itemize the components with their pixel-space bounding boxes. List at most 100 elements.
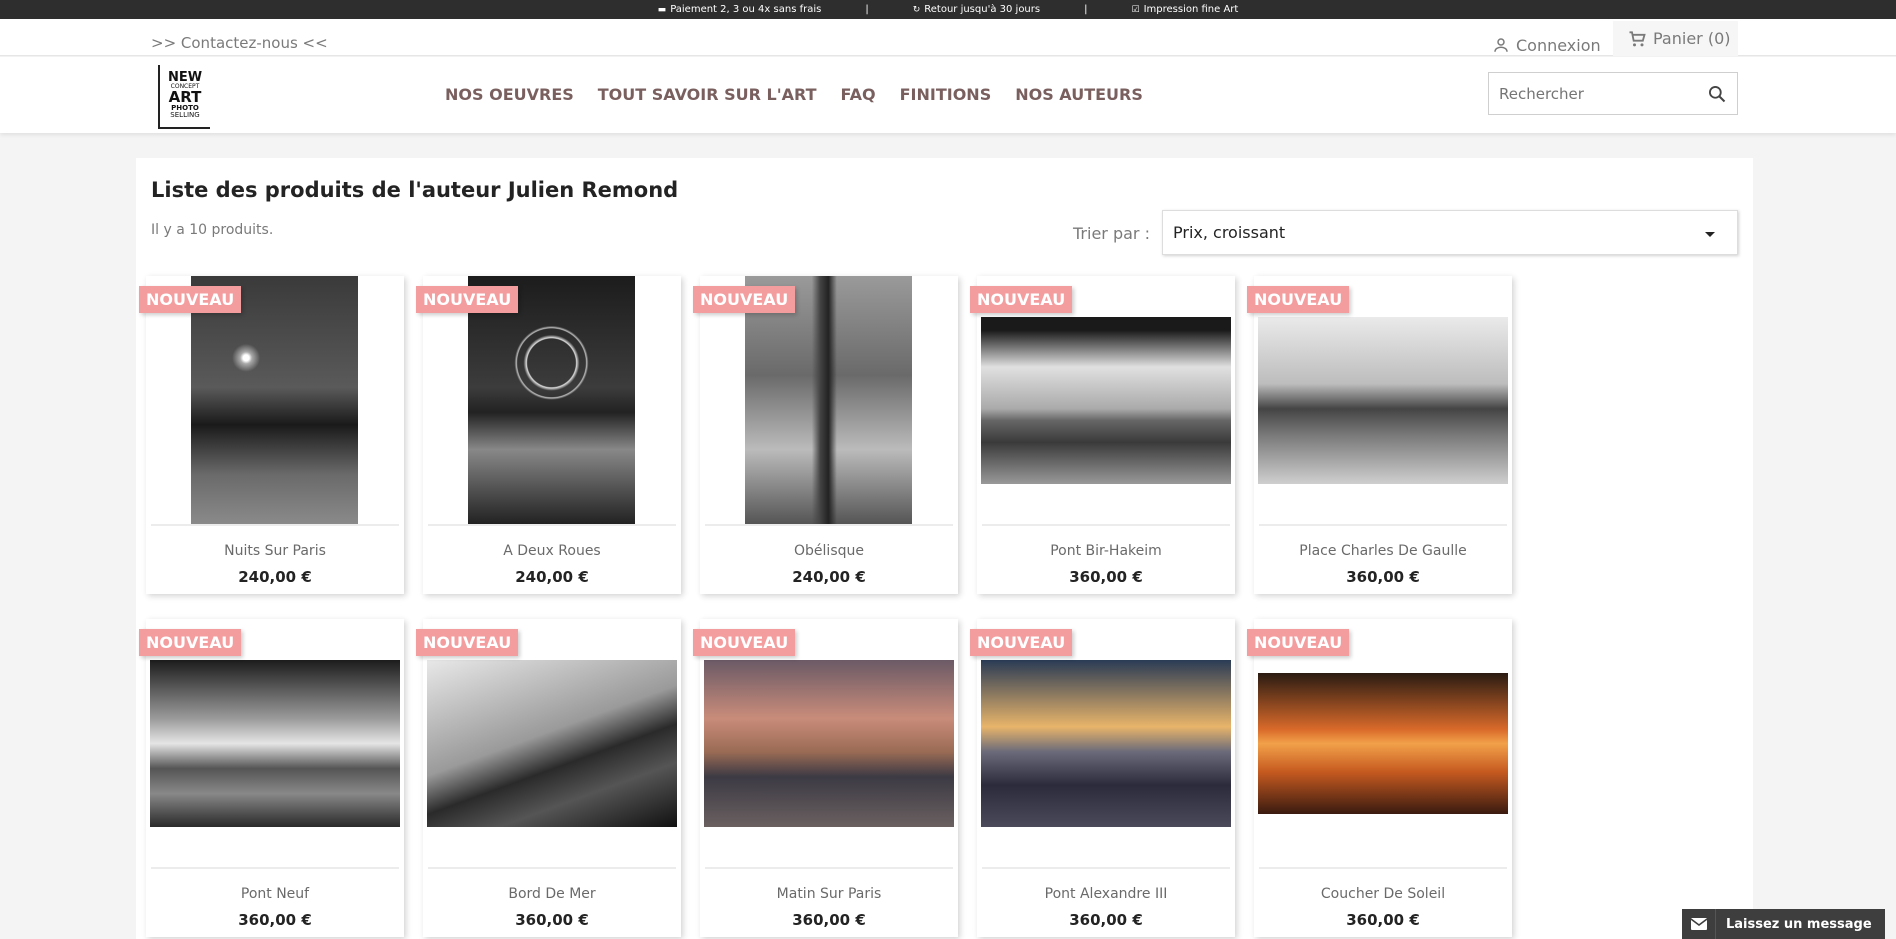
cart-icon <box>1629 30 1646 46</box>
product-image[interactable] <box>468 276 635 524</box>
return-info: ↻ Retour jusqu'à 30 jours <box>913 4 1040 15</box>
product-count: Il y a 10 produits. <box>151 222 274 238</box>
new-badge: NOUVEAU <box>970 286 1073 313</box>
product-name[interactable]: Place Charles De Gaulle <box>1254 543 1512 559</box>
cart-button[interactable]: Panier (0) <box>1613 21 1738 56</box>
product-image-area <box>977 619 1235 868</box>
product-card[interactable]: NOUVEAU Nuits Sur Paris 240,00 € <box>139 276 404 594</box>
contact-link[interactable]: >> Contactez-nous << <box>151 34 328 52</box>
divider <box>982 524 1230 526</box>
sort-label: Trier par : <box>1073 224 1150 243</box>
cart-label: Panier (0) <box>1653 29 1731 48</box>
product-card[interactable]: NOUVEAU Pont Alexandre III 360,00 € <box>970 619 1235 937</box>
product-card[interactable]: NOUVEAU A Deux Roues 240,00 € <box>416 276 681 594</box>
check-square-icon: ☑ <box>1131 4 1140 15</box>
new-badge: NOUVEAU <box>1247 629 1350 656</box>
product-price: 360,00 € <box>1346 568 1420 586</box>
site-logo[interactable]: NEW CONCEPT ART PHOTO SELLING <box>158 65 210 129</box>
product-card[interactable]: NOUVEAU Place Charles De Gaulle 360,00 € <box>1247 276 1512 594</box>
search-box <box>1488 72 1738 115</box>
product-name[interactable]: Matin Sur Paris <box>700 886 958 902</box>
product-image[interactable] <box>745 276 912 524</box>
product-image[interactable] <box>981 317 1231 484</box>
nav-tout-savoir[interactable]: TOUT SAVOIR SUR L'ART <box>598 85 817 104</box>
product-image[interactable] <box>427 660 677 827</box>
product-name[interactable]: Pont Alexandre III <box>977 886 1235 902</box>
product-price: 360,00 € <box>238 911 312 929</box>
product-price: 240,00 € <box>515 568 589 586</box>
product-card[interactable]: NOUVEAU Pont Neuf 360,00 € <box>139 619 404 937</box>
product-image[interactable] <box>150 660 400 827</box>
product-image-area <box>146 619 404 868</box>
sort-value: Prix, croissant <box>1173 223 1286 242</box>
product-image-area <box>423 276 681 525</box>
new-badge: NOUVEAU <box>139 286 242 313</box>
nav-nos-auteurs[interactable]: NOS AUTEURS <box>1015 85 1143 104</box>
divider <box>151 867 399 869</box>
divider <box>705 524 953 526</box>
product-name[interactable]: Coucher De Soleil <box>1254 886 1512 902</box>
new-badge: NOUVEAU <box>693 629 796 656</box>
product-price: 360,00 € <box>1069 911 1143 929</box>
product-card[interactable]: NOUVEAU Obélisque 240,00 € <box>693 276 958 594</box>
separator: | <box>1084 4 1088 15</box>
product-name[interactable]: Pont Bir-Hakeim <box>977 543 1235 559</box>
product-image[interactable] <box>1258 673 1508 814</box>
product-price: 240,00 € <box>792 568 866 586</box>
divider <box>1259 524 1507 526</box>
logo-line: SELLING <box>170 111 200 119</box>
print-info: ☑ Impression fine Art <box>1131 4 1238 15</box>
product-image-area <box>423 619 681 868</box>
payment-info: ▬ Paiement 2, 3 ou 4x sans frais <box>658 4 822 15</box>
product-image[interactable] <box>191 276 358 524</box>
new-badge: NOUVEAU <box>416 286 519 313</box>
main-nav: NOS OEUVRES TOUT SAVOIR SUR L'ART FAQ FI… <box>445 85 1143 104</box>
product-price: 240,00 € <box>238 568 312 586</box>
nav-finitions[interactable]: FINITIONS <box>900 85 992 104</box>
top-info-bar: ▬ Paiement 2, 3 ou 4x sans frais | ↻ Ret… <box>0 0 1896 19</box>
nav-nos-oeuvres[interactable]: NOS OEUVRES <box>445 85 574 104</box>
product-image-area <box>700 276 958 525</box>
chevron-down-icon <box>1705 232 1715 237</box>
product-card[interactable]: NOUVEAU Coucher De Soleil 360,00 € <box>1247 619 1512 937</box>
product-price: 360,00 € <box>515 911 589 929</box>
chat-widget-button[interactable]: Laissez un message <box>1682 909 1885 939</box>
envelope-icon <box>1682 909 1716 939</box>
sort-select[interactable]: Prix, croissant <box>1162 210 1738 255</box>
product-price: 360,00 € <box>1346 911 1420 929</box>
product-image[interactable] <box>1258 317 1508 484</box>
chat-label: Laissez un message <box>1726 916 1872 932</box>
search-input[interactable] <box>1489 73 1689 114</box>
product-card[interactable]: NOUVEAU Pont Bir-Hakeim 360,00 € <box>970 276 1235 594</box>
product-card[interactable]: NOUVEAU Matin Sur Paris 360,00 € <box>693 619 958 937</box>
user-icon <box>1494 38 1508 52</box>
search-icon[interactable] <box>1707 84 1727 104</box>
product-listing: Liste des produits de l'auteur Julien Re… <box>136 158 1753 939</box>
divider <box>428 867 676 869</box>
header-top: >> Contactez-nous << Connexion Panier (0… <box>0 19 1896 56</box>
product-name[interactable]: Nuits Sur Paris <box>146 543 404 559</box>
divider <box>982 867 1230 869</box>
product-image[interactable] <box>981 660 1231 827</box>
nav-faq[interactable]: FAQ <box>841 85 876 104</box>
divider <box>428 524 676 526</box>
product-name[interactable]: A Deux Roues <box>423 543 681 559</box>
new-badge: NOUVEAU <box>693 286 796 313</box>
product-name[interactable]: Bord De Mer <box>423 886 681 902</box>
new-badge: NOUVEAU <box>970 629 1073 656</box>
product-name[interactable]: Obélisque <box>700 543 958 559</box>
new-badge: NOUVEAU <box>1247 286 1350 313</box>
product-image-area <box>977 276 1235 525</box>
login-link[interactable]: Connexion <box>1492 32 1601 58</box>
new-badge: NOUVEAU <box>416 629 519 656</box>
product-card[interactable]: NOUVEAU Bord De Mer 360,00 € <box>416 619 681 937</box>
separator: | <box>865 4 869 15</box>
return-text: Retour jusqu'à 30 jours <box>924 4 1041 15</box>
product-image[interactable] <box>704 660 954 827</box>
login-label: Connexion <box>1516 35 1601 55</box>
product-price: 360,00 € <box>792 911 866 929</box>
divider <box>705 867 953 869</box>
product-image-area <box>146 276 404 525</box>
product-image-area <box>1254 276 1512 525</box>
product-name[interactable]: Pont Neuf <box>146 886 404 902</box>
